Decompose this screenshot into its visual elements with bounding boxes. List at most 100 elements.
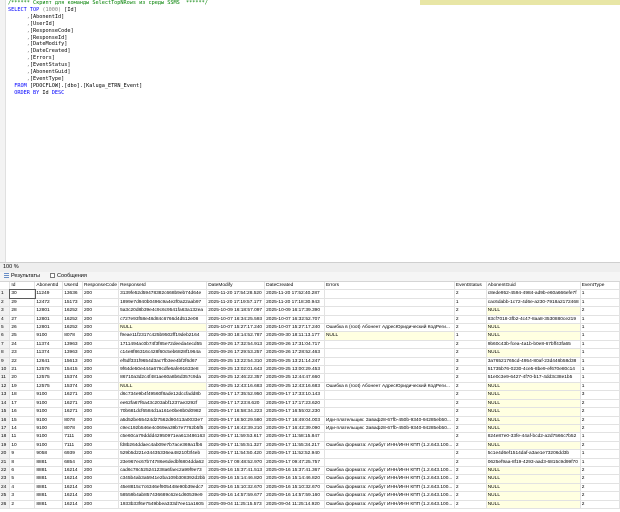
table-cell[interactable]: c345b4ab3a5941e2ba109b308392d2bb bbox=[118, 474, 208, 484]
table-cell[interactable]: 1 bbox=[580, 331, 620, 341]
table-cell[interactable]: 200 bbox=[82, 424, 120, 434]
table-cell[interactable]: 2 bbox=[580, 424, 620, 434]
table-cell[interactable]: NULL bbox=[324, 331, 455, 341]
table-cell[interactable]: 2025-09-17 16:49:04.003 bbox=[264, 416, 325, 425]
table-cell[interactable]: 22 bbox=[9, 357, 36, 367]
table-cell[interactable]: 200 bbox=[82, 306, 120, 316]
table-cell[interactable]: 2025-09-16 14:57:59.160 bbox=[264, 491, 325, 501]
table-row[interactable]: 2 29 12472 15173 200 1899e7d940b0496c9a4e2f0a… bbox=[0, 298, 620, 308]
table-cell[interactable]: 8078 bbox=[62, 416, 84, 425]
table-cell[interactable]: 2025-09-16 15:10:32.670 bbox=[264, 483, 325, 493]
table-cell[interactable]: 2025-09-17 09:48:52.970 bbox=[206, 458, 266, 467]
table-cell[interactable]: 16214 bbox=[62, 491, 84, 501]
table-cell[interactable]: 2025-09-25 13:02:01.643 bbox=[206, 365, 266, 375]
table-cell[interactable]: 5c1e4d6ef1514daf-a3ae1e73206dd3b bbox=[486, 449, 581, 459]
table-row[interactable]: 14 17 9100 16271 200 ee62fa67f6a43c203abf1237… bbox=[0, 399, 620, 409]
table-cell[interactable]: 2 bbox=[454, 306, 487, 316]
table-cell[interactable]: 200 bbox=[82, 399, 120, 409]
table-cell[interactable]: 2025-10-07 16:34:25.593 bbox=[206, 315, 266, 325]
row-number[interactable]: 25 bbox=[0, 491, 11, 501]
table-cell[interactable]: d6c734e9b4f49560f8ade12dccfadd8b bbox=[118, 390, 208, 400]
table-row[interactable]: 8 23 11374 13963 200 c14e8f86316c428f60c5eb68… bbox=[0, 348, 620, 358]
table-cell[interactable]: 2 bbox=[580, 474, 620, 484]
table-cell[interactable] bbox=[324, 449, 455, 459]
table-cell[interactable]: 45e8815c7c6346ef905448e90b39edc7 bbox=[118, 483, 208, 493]
table-cell[interactable]: Ошибка формата: Атрибут ИНН/ИНН КПП (1.2… bbox=[324, 441, 455, 451]
table-cell[interactable]: 8 bbox=[9, 458, 36, 467]
table-cell[interactable]: 16214 bbox=[62, 466, 84, 476]
table-cell[interactable]: 200 bbox=[82, 331, 120, 341]
table-cell[interactable]: 2025-11-20 17:18:30.943 bbox=[264, 298, 325, 308]
table-cell[interactable]: 2025-09-17 16:55:02.230 bbox=[264, 407, 325, 417]
table-cell[interactable] bbox=[324, 407, 455, 417]
query-text[interactable]: /****** Скрипт для команды SelectTopNRow… bbox=[8, 0, 208, 97]
table-cell[interactable] bbox=[324, 373, 455, 383]
table-cell[interactable]: 2025-09-16 15:10:32.670 bbox=[206, 483, 266, 493]
row-number[interactable]: 4 bbox=[0, 315, 11, 325]
table-cell[interactable]: 200 bbox=[82, 348, 120, 358]
row-number[interactable]: 14 bbox=[0, 399, 11, 409]
table-cell[interactable]: 1933b33f6e7549bbea333d7ee11a1605 bbox=[118, 500, 208, 509]
table-row[interactable]: 7 24 11374 13963 200 1711494ac0b74f3f85e72dee… bbox=[0, 340, 620, 350]
row-number[interactable]: 22 bbox=[0, 466, 11, 476]
table-cell[interactable]: cac6dabb-1c72-4d6e-a230-7918a2172468 bbox=[486, 298, 581, 308]
table-cell[interactable]: 5a3c20d8b39e4c9c6c9541fa63a132ea bbox=[118, 306, 208, 316]
table-cell[interactable]: 2 bbox=[454, 323, 487, 333]
table-cell[interactable]: 0625ef9aa-8f19-4293-aad3-6815c9d99f70 bbox=[486, 458, 581, 467]
table-cell[interactable]: 15173 bbox=[62, 298, 84, 308]
table-cell[interactable]: 2025-09-17 17:17:23.620 bbox=[264, 399, 325, 409]
table-cell[interactable]: 2 bbox=[454, 340, 487, 350]
table-cell[interactable]: 200 bbox=[82, 340, 120, 350]
table-cell[interactable]: 17 bbox=[9, 399, 36, 409]
table-cell[interactable]: 200 bbox=[82, 373, 120, 383]
table-row[interactable]: 25 3 8881 16214 200 58559b4ab857436689c62e1d6… bbox=[0, 491, 620, 501]
table-cell[interactable]: 2 bbox=[454, 390, 487, 400]
table-row[interactable]: 12 19 12575 15374 200 NULL 2025-09-25 12:43:16… bbox=[0, 382, 620, 392]
table-cell[interactable]: 9100 bbox=[34, 416, 64, 425]
table-cell[interactable]: 58559b4ab857436689c62e1d60539e9 bbox=[118, 491, 208, 501]
column-header[interactable]: Errors bbox=[324, 282, 455, 291]
table-cell[interactable]: 2025-11-20 17:54:28.520 bbox=[206, 289, 266, 299]
table-cell[interactable]: 1 bbox=[580, 323, 620, 333]
table-cell[interactable]: 2025-10-09 16:17:39.390 bbox=[264, 306, 325, 316]
table-cell[interactable]: 8881 bbox=[34, 491, 64, 501]
table-cell[interactable]: Иди-плательщик: Заваф28-67fb-450b-9340-9… bbox=[324, 424, 455, 434]
table-cell[interactable]: 2 bbox=[580, 399, 620, 409]
table-cell[interactable]: 200 bbox=[82, 466, 120, 476]
table-cell[interactable]: 2025-09-25 12:44:47.660 bbox=[264, 373, 325, 383]
table-cell[interactable]: NULL bbox=[118, 382, 208, 392]
table-cell[interactable]: 2025-09-04 11:25:15.573 bbox=[206, 500, 266, 509]
table-cell[interactable]: 2025-09-17 16:50:29.580 bbox=[206, 416, 266, 425]
table-cell[interactable]: 200 bbox=[82, 491, 120, 501]
table-cell[interactable]: 2025-09-26 17:29:53.257 bbox=[206, 348, 266, 358]
table-cell[interactable]: 2025-10-07 16:32:52.707 bbox=[264, 315, 325, 325]
table-cell[interactable]: c5e60ca79dddd42950971ea613486163 bbox=[118, 432, 208, 442]
table-cell[interactable]: 12575 bbox=[34, 382, 64, 392]
column-header[interactable]: Id bbox=[9, 282, 36, 291]
results-grid[interactable]: Id AbonentId UserId ResponseCode ResponseId D… bbox=[0, 282, 620, 512]
table-cell[interactable]: 200 bbox=[82, 382, 120, 392]
table-cell[interactable]: 200 bbox=[82, 458, 120, 467]
table-cell[interactable]: 15613 bbox=[62, 357, 84, 367]
table-cell[interactable]: 11374 bbox=[34, 340, 64, 350]
table-cell[interactable]: 12801 bbox=[34, 306, 64, 316]
table-cell[interactable]: 200 bbox=[82, 407, 120, 417]
table-cell[interactable]: 13963 bbox=[62, 348, 84, 358]
table-cell[interactable]: 8881 bbox=[34, 483, 64, 493]
table-cell[interactable]: 2 bbox=[580, 407, 620, 417]
table-cell[interactable]: 2025-09-04 11:25:14.920 bbox=[264, 500, 325, 509]
table-cell[interactable]: 16214 bbox=[62, 500, 84, 509]
table-cell[interactable]: 2025-09-17 16:58:34.223 bbox=[206, 407, 266, 417]
table-row[interactable]: 26 2 8881 16214 200 1933b33f6e7549bbea333d7ee… bbox=[0, 500, 620, 509]
table-cell[interactable]: 200 bbox=[82, 323, 120, 333]
table-cell[interactable]: 2 bbox=[454, 474, 487, 484]
column-header[interactable] bbox=[0, 282, 11, 291]
row-number[interactable]: 7 bbox=[0, 340, 11, 350]
table-cell[interactable]: 6 bbox=[9, 466, 36, 476]
table-cell[interactable]: 9100 bbox=[34, 441, 64, 451]
table-cell[interactable]: 11374 bbox=[34, 348, 64, 358]
table-cell[interactable]: NULL bbox=[486, 474, 581, 484]
table-cell[interactable]: 9100 bbox=[34, 424, 64, 434]
table-cell[interactable]: 2025-09-17 16:42:39.210 bbox=[206, 424, 266, 434]
table-cell[interactable]: 2025-09-16 15:37:41.367 bbox=[264, 466, 325, 476]
